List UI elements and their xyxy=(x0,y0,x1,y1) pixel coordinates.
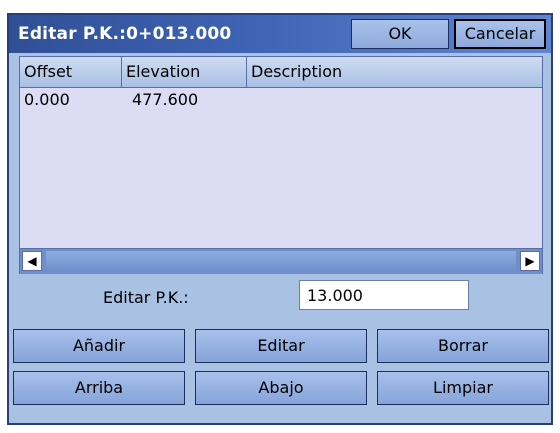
table-header: Offset Elevation Description xyxy=(20,57,542,88)
elevation-cell: 477.600 xyxy=(132,90,199,109)
offset-cell: 0.000 xyxy=(24,90,70,109)
title-bar: Editar P.K.:0+013.000 OK Cancelar xyxy=(9,15,551,53)
pk-input[interactable] xyxy=(299,280,469,310)
points-table[interactable]: Offset Elevation Description 0.000 477.6… xyxy=(19,56,543,274)
table-row[interactable]: 0.000 477.600 xyxy=(20,88,542,112)
edit-pk-dialog: Editar P.K.:0+013.000 OK Cancelar Offset… xyxy=(7,13,553,425)
cancel-button[interactable]: Cancelar xyxy=(454,19,546,49)
column-header-offset[interactable]: Offset xyxy=(20,57,122,87)
clear-button[interactable]: Limpiar xyxy=(377,371,549,405)
move-up-button[interactable]: Arriba xyxy=(13,371,185,405)
scroll-left-icon[interactable]: ◀ xyxy=(22,251,42,271)
pk-label: Editar P.K.: xyxy=(103,288,189,307)
column-header-elevation[interactable]: Elevation xyxy=(122,57,247,87)
delete-button[interactable]: Borrar xyxy=(377,329,549,363)
column-header-description[interactable]: Description xyxy=(247,57,542,87)
edit-button[interactable]: Editar xyxy=(195,329,367,363)
scrollbar-track[interactable] xyxy=(46,251,516,271)
horizontal-scrollbar[interactable]: ◀ ▶ xyxy=(20,248,542,274)
scroll-right-icon[interactable]: ▶ xyxy=(520,251,540,271)
ok-button[interactable]: OK xyxy=(351,19,449,49)
move-down-button[interactable]: Abajo xyxy=(195,371,367,405)
add-button[interactable]: Añadir xyxy=(13,329,185,363)
dialog-title: Editar P.K.:0+013.000 xyxy=(18,24,232,44)
